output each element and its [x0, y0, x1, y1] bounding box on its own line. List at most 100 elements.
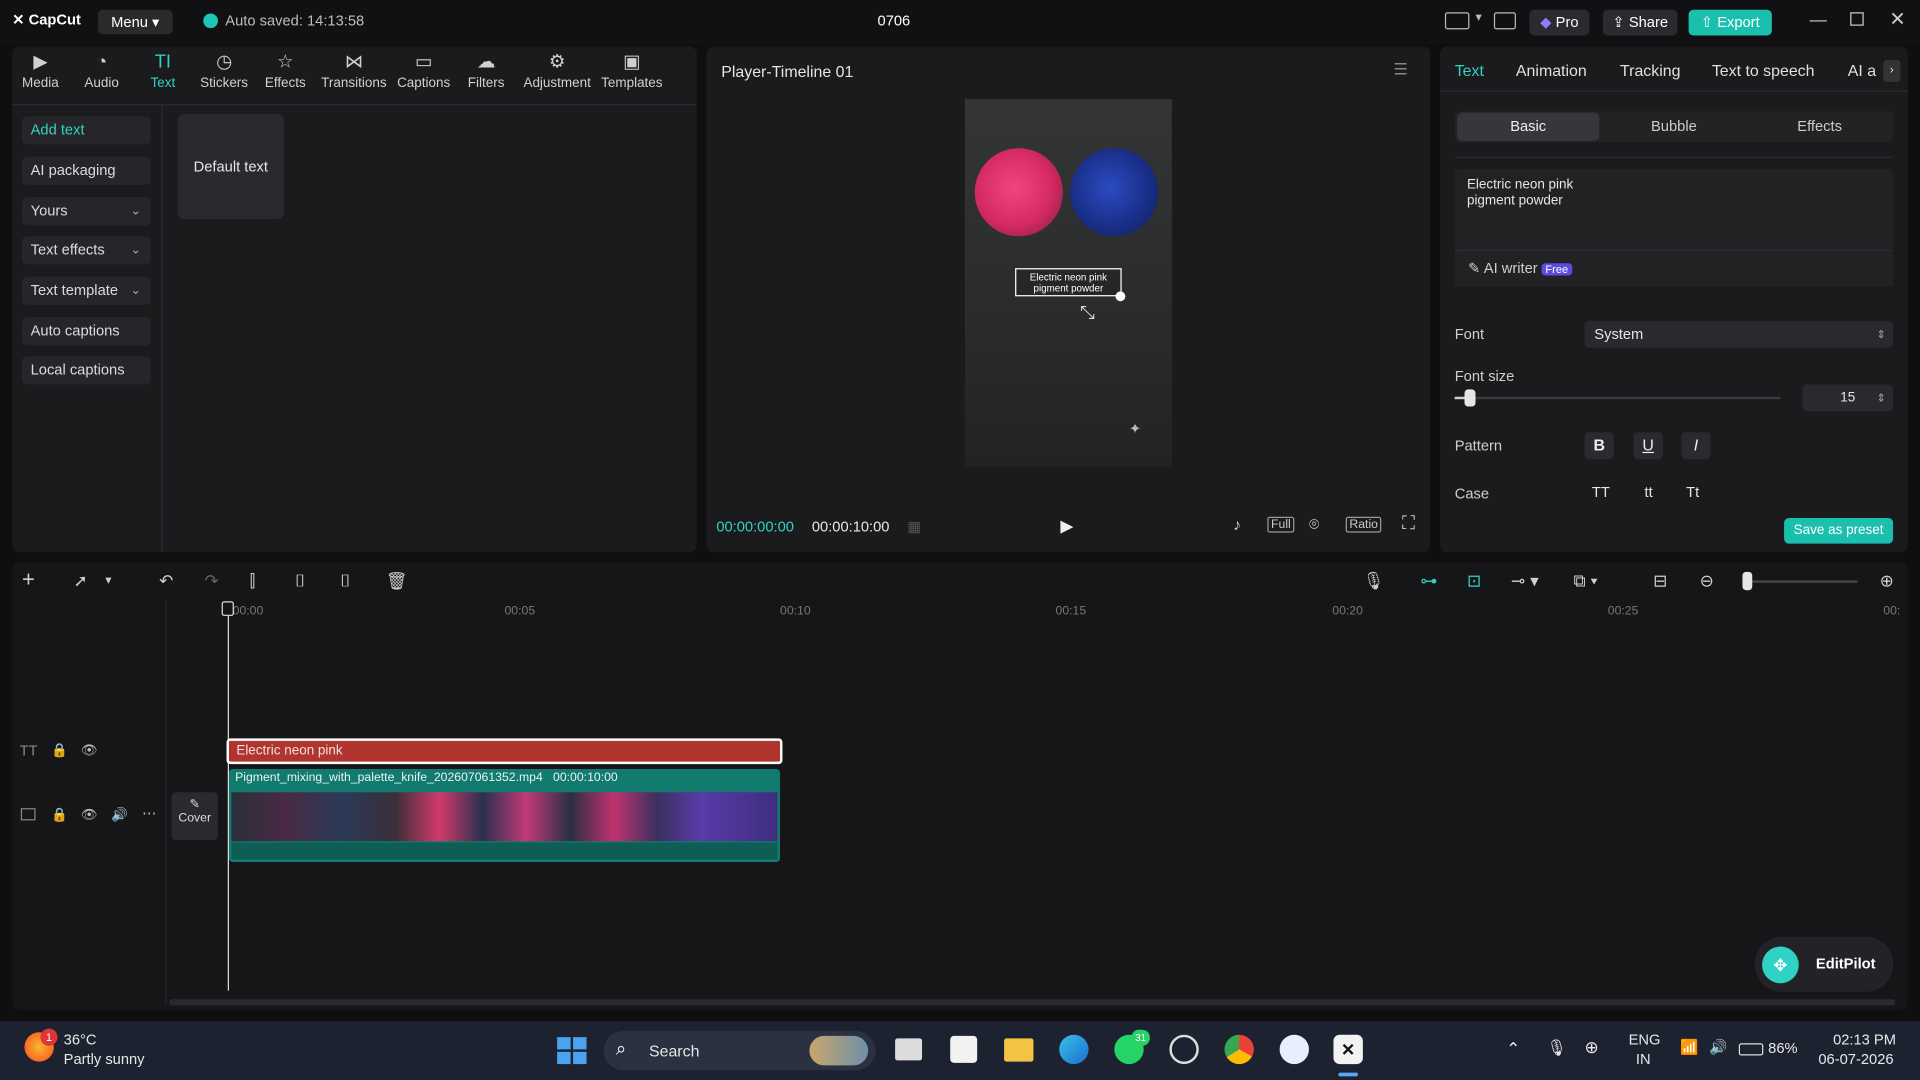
zoom-slider-thumb[interactable]	[1742, 571, 1753, 591]
fit-icon[interactable]: ⊟	[1653, 571, 1667, 592]
keyboard-icon[interactable]	[1493, 12, 1516, 30]
text-clip[interactable]: Electric neon pink	[226, 738, 783, 765]
tool-transitions[interactable]: ⋈ Transitions	[320, 51, 389, 90]
windows-start-icon[interactable]	[557, 1037, 587, 1065]
eye-icon[interactable]: 👁	[81, 742, 98, 758]
task-view-icon[interactable]	[895, 1038, 923, 1061]
sidebar-item-ai-packaging[interactable]: AI packaging	[22, 156, 151, 185]
tool-adjustment[interactable]: ⚙ Adjustment	[520, 51, 593, 90]
sidebar-item-yours[interactable]: Yours ⌄	[22, 197, 151, 226]
bold-button[interactable]: B	[1584, 432, 1614, 460]
video-clip[interactable]: Pigment_mixing_with_palette_knife_202607…	[228, 768, 781, 863]
sidebar-item-text-effects[interactable]: Text effects ⌄	[22, 236, 151, 265]
tool-stickers[interactable]: ◷ Stickers	[190, 51, 259, 90]
wifi-icon[interactable]: 📶	[1680, 1038, 1698, 1055]
vpn-icon[interactable]	[1279, 1034, 1309, 1065]
clock-time[interactable]: 02:13 PM	[1833, 1031, 1896, 1048]
undo-icon[interactable]: ↶	[159, 571, 173, 592]
maximize-icon[interactable]	[1850, 12, 1864, 26]
italic-button[interactable]: I	[1681, 432, 1711, 460]
microphone-tray-icon[interactable]: 🎙	[1547, 1038, 1567, 1058]
zoom-in-icon[interactable]: ⊕	[1880, 571, 1894, 592]
case-lower-button[interactable]: tt	[1645, 484, 1653, 501]
font-size-slider-thumb[interactable]	[1464, 389, 1476, 407]
language-line-1[interactable]: ENG	[1629, 1031, 1661, 1048]
screenshot-icon[interactable]: ⌾	[1309, 514, 1319, 535]
tab-tracking[interactable]: Tracking	[1620, 61, 1680, 79]
capcut-taskbar-icon[interactable]: ✕	[1333, 1034, 1363, 1065]
fullscreen-icon[interactable]: ⛶	[1402, 513, 1415, 534]
chevron-down-icon[interactable]: ▾	[105, 574, 111, 587]
tool-effects[interactable]: ☆ Effects	[251, 51, 320, 90]
eye-icon[interactable]: 👁	[81, 807, 98, 823]
tool-media[interactable]: ▶ Media	[6, 51, 75, 90]
save-preset-button[interactable]: Save as preset	[1784, 517, 1894, 544]
cover-button[interactable]: ✎ Cover	[171, 792, 218, 841]
chevron-up-icon[interactable]: ⌃	[1506, 1038, 1520, 1059]
tiktok-icon[interactable]: ♪	[1233, 516, 1241, 534]
tab-text-to-speech[interactable]: Text to speech	[1712, 61, 1815, 79]
tab-ai[interactable]: AI a	[1848, 61, 1877, 79]
text-content-field[interactable]: Electric neon pink pigment powder	[1454, 168, 1894, 250]
add-icon[interactable]: +	[22, 567, 35, 593]
obs-icon[interactable]	[1169, 1034, 1199, 1065]
font-size-slider-track[interactable]	[1454, 396, 1781, 400]
share-button[interactable]: ⇪ Share	[1602, 9, 1678, 36]
volume-icon[interactable]: 🔊	[1709, 1038, 1727, 1055]
speaker-icon[interactable]: 🔊	[111, 807, 128, 823]
player-menu-icon[interactable]: ☰	[1393, 60, 1407, 80]
font-size-input[interactable]: 15 ⇕	[1802, 384, 1894, 412]
sidebar-item-local-captions[interactable]: Local captions	[22, 356, 151, 385]
file-explorer-icon[interactable]	[1004, 1038, 1034, 1062]
zoom-slider-track[interactable]	[1747, 580, 1858, 583]
default-text-card[interactable]: Default text	[177, 113, 285, 220]
resize-handle[interactable]	[1115, 291, 1126, 302]
underline-button[interactable]: U	[1633, 432, 1663, 460]
chevron-down-icon[interactable]: ▾	[1476, 11, 1482, 24]
more-icon[interactable]: ⋯	[142, 804, 157, 821]
edge-icon[interactable]	[1059, 1034, 1089, 1065]
lock-icon[interactable]: 🔒	[51, 742, 68, 758]
export-button[interactable]: ⇧ Export	[1688, 9, 1772, 36]
playhead-handle[interactable]	[221, 601, 234, 616]
subtab-bubble[interactable]: Bubble	[1603, 113, 1745, 141]
tool-audio[interactable]: ◔ Audio	[67, 51, 136, 90]
link-track-icon[interactable]: ⊶	[1420, 571, 1437, 592]
sidebar-item-text-template[interactable]: Text template ⌄	[22, 276, 151, 305]
chevron-right-icon[interactable]: ›	[1883, 60, 1901, 83]
zoom-out-icon[interactable]: ⊖	[1700, 571, 1714, 592]
battery-icon[interactable]	[1738, 1043, 1764, 1056]
trim-right-icon[interactable]: ⌷	[340, 571, 350, 592]
microphone-icon[interactable]: 🎙	[1363, 571, 1385, 592]
case-upper-button[interactable]: TT	[1592, 484, 1610, 501]
globe-icon[interactable]: ⊕	[1585, 1037, 1599, 1058]
ratio-button[interactable]: Ratio	[1345, 516, 1382, 533]
split-icon[interactable]: ⫿	[250, 571, 255, 592]
full-button[interactable]: Full	[1267, 516, 1295, 533]
subtab-basic[interactable]: Basic	[1457, 112, 1600, 141]
delete-icon[interactable]: 🗑	[386, 571, 408, 592]
tab-text[interactable]: Text	[1455, 61, 1484, 79]
tool-filters[interactable]: ☁ Filters	[452, 51, 521, 90]
minimize-icon[interactable]: —	[1810, 10, 1827, 30]
font-select[interactable]: System ⇕	[1584, 320, 1894, 348]
case-title-button[interactable]: Tt	[1686, 484, 1699, 501]
subtab-effects[interactable]: Effects	[1749, 113, 1891, 141]
clock-date[interactable]: 06-07-2026	[1818, 1051, 1893, 1068]
close-icon[interactable]: ✕	[1889, 7, 1905, 31]
sidebar-item-add-text[interactable]: Add text	[22, 116, 151, 145]
video-preview[interactable]: Electric neon pink pigment powder ⤡ ✦	[964, 99, 1172, 467]
tool-text[interactable]: TI Text	[129, 51, 198, 90]
ai-writer-button[interactable]: ✎ AI writer Free	[1468, 260, 1572, 277]
tab-animation[interactable]: Animation	[1516, 61, 1587, 79]
chain-icon[interactable]: ⊸ ▾	[1511, 571, 1539, 592]
text-overlay-box[interactable]: Electric neon pink pigment powder	[1015, 268, 1122, 297]
pro-button[interactable]: ◆ Pro	[1529, 9, 1590, 36]
timeline-scrollbar[interactable]	[168, 999, 1896, 1006]
grid-icon[interactable]: ▦	[907, 518, 921, 535]
chrome-icon[interactable]	[1224, 1034, 1254, 1065]
taskbar-search[interactable]: ⌕ Search	[603, 1031, 876, 1071]
layout-icon[interactable]	[1444, 12, 1470, 30]
tool-templates[interactable]: ▣ Templates	[598, 51, 667, 90]
sidebar-item-auto-captions[interactable]: Auto captions	[22, 317, 151, 346]
